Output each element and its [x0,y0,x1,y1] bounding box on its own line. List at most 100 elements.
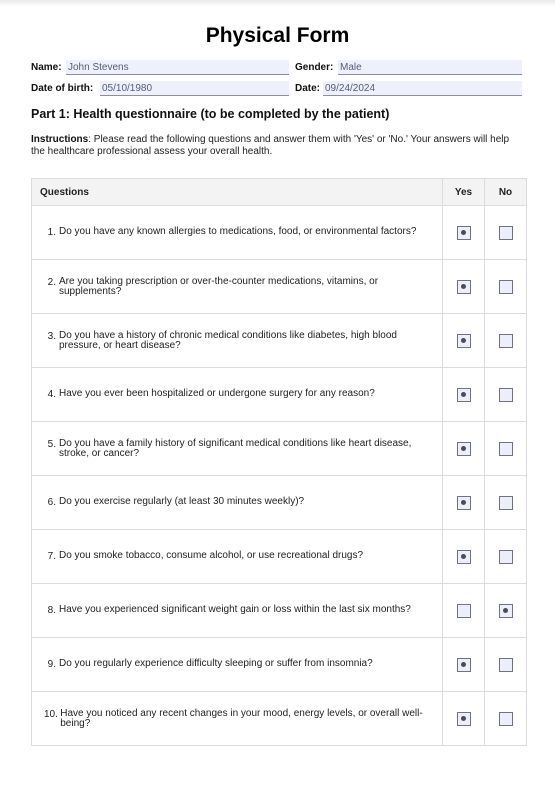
question-number: 7. [47,551,56,562]
question-text: Have you noticed any recent changes in y… [60,707,423,729]
no-checkbox[interactable] [498,333,513,348]
yes-checkbox[interactable] [456,711,471,726]
no-cell [484,529,527,584]
question-number: 4. [47,389,56,400]
yes-checkbox[interactable] [456,495,471,510]
field-row-1: Name: John Stevens Gender: Male [31,60,522,77]
name-input[interactable]: John Stevens [66,60,289,75]
questionnaire-body: 1. Do you have any known allergies to med… [31,205,527,746]
yes-cell [442,475,485,530]
instructions-label: Instructions [31,134,89,145]
table-row: 6. Do you exercise regularly (at least 30… [31,475,527,530]
no-cell [484,421,527,476]
yes-checkbox[interactable] [456,225,471,240]
no-checkbox[interactable] [498,495,513,510]
question: 1. Do you have any known allergies to med… [44,226,434,239]
question-cell: 1. Do you have any known allergies to med… [31,205,443,260]
question: 2. Are you taking prescription or over-th… [44,275,434,297]
no-checkbox[interactable] [498,603,513,618]
no-cell [484,259,527,314]
yes-checkbox[interactable] [456,441,471,456]
question-text: Have you experienced significant weight … [59,604,411,615]
question-text: Do you have a family history of signific… [59,437,412,459]
no-checkbox[interactable] [498,549,513,564]
yes-cell [442,583,485,638]
yes-cell [442,205,485,260]
no-checkbox[interactable] [498,711,513,726]
yes-cell [442,367,485,422]
checked-dot-icon [460,499,466,505]
checked-dot-icon [502,607,508,613]
question-cell: 2. Are you taking prescription or over-th… [31,259,443,314]
no-checkbox[interactable] [498,387,513,402]
yes-cell [442,691,485,746]
question-text: Do you exercise regularly (at least 30 m… [59,496,305,507]
no-cell [484,313,527,368]
table-row: 8. Have you experienced significant weigh… [31,583,527,638]
instructions: Instructions: Please read the following … [31,134,521,158]
question-cell: 8. Have you experienced significant weigh… [31,583,443,638]
question-cell: 4. Have you ever been hospitalized or und… [31,367,443,422]
question: 6. Do you exercise regularly (at least 30… [44,496,434,509]
table-row: 1. Do you have any known allergies to med… [31,205,527,260]
question-text: Are you taking prescription or over-the-… [59,275,379,297]
question-number: 1. [47,227,56,238]
question-number: 8. [47,605,56,616]
checked-dot-icon [460,283,466,289]
yes-checkbox[interactable] [456,333,471,348]
checked-dot-icon [460,391,466,397]
field-row-2: Date of birth: 05/10/1980 Date: 09/24/20… [31,81,522,98]
question-cell: 6. Do you exercise regularly (at least 30… [31,475,443,530]
question-number: 9. [47,659,56,670]
yes-cell [442,313,485,368]
question: 5. Do you have a family history of signif… [44,437,434,459]
name-field: Name: John Stevens [31,60,289,76]
question-cell: 3. Do you have a history of chronic medic… [31,313,443,368]
checked-dot-icon [460,445,466,451]
yes-checkbox[interactable] [456,387,471,402]
table-row: 7. Do you smoke tobacco, consume alcohol,… [31,529,527,584]
table-row: 10. Have you noticed any recent changes i… [31,691,527,746]
date-field: Date: 09/24/2024 [295,81,522,97]
question-cell: 5. Do you have a family history of signif… [31,421,443,476]
checked-dot-icon [460,229,466,235]
dob-input[interactable]: 05/10/1980 [100,81,289,96]
table-row: 5. Do you have a family history of signif… [31,421,527,476]
yes-checkbox[interactable] [456,603,471,618]
yes-checkbox[interactable] [456,657,471,672]
question-number: 10. [44,708,58,720]
no-cell [484,637,527,692]
page-top-shadow [0,0,555,6]
question-cell: 9. Do you regularly experience difficulty… [31,637,443,692]
question-text: Have you ever been hospitalized or under… [59,388,375,399]
yes-header: Yes [442,178,485,206]
instructions-text: : Please read the following questions an… [31,134,510,157]
yes-cell [442,529,485,584]
no-checkbox[interactable] [498,657,513,672]
question-text: Do you smoke tobacco, consume alcohol, o… [59,550,364,561]
gender-input[interactable]: Male [338,60,522,75]
checked-dot-icon [460,661,466,667]
yes-checkbox[interactable] [456,279,471,294]
question-text: Do you have any known allergies to medic… [59,226,417,237]
question-number: 2. [47,276,56,288]
no-cell [484,367,527,422]
question-text: Do you have a history of chronic medical… [59,329,397,351]
part-1-heading: Part 1: Health questionnaire (to be comp… [31,107,390,121]
no-checkbox[interactable] [498,279,513,294]
question-number: 5. [47,438,56,450]
yes-cell [442,421,485,476]
question-number: 3. [47,330,56,342]
no-checkbox[interactable] [498,441,513,456]
yes-checkbox[interactable] [456,549,471,564]
question: 4. Have you ever been hospitalized or und… [44,388,434,401]
checked-dot-icon [460,553,466,559]
question: 3. Do you have a history of chronic medic… [44,329,434,351]
date-input[interactable]: 09/24/2024 [323,81,522,96]
table-row: 4. Have you ever been hospitalized or und… [31,367,527,422]
question: 9. Do you regularly experience difficulty… [44,659,434,671]
table-row: 3. Do you have a history of chronic medic… [31,313,527,368]
no-cell [484,583,527,638]
no-cell [484,691,527,746]
no-checkbox[interactable] [498,225,513,240]
